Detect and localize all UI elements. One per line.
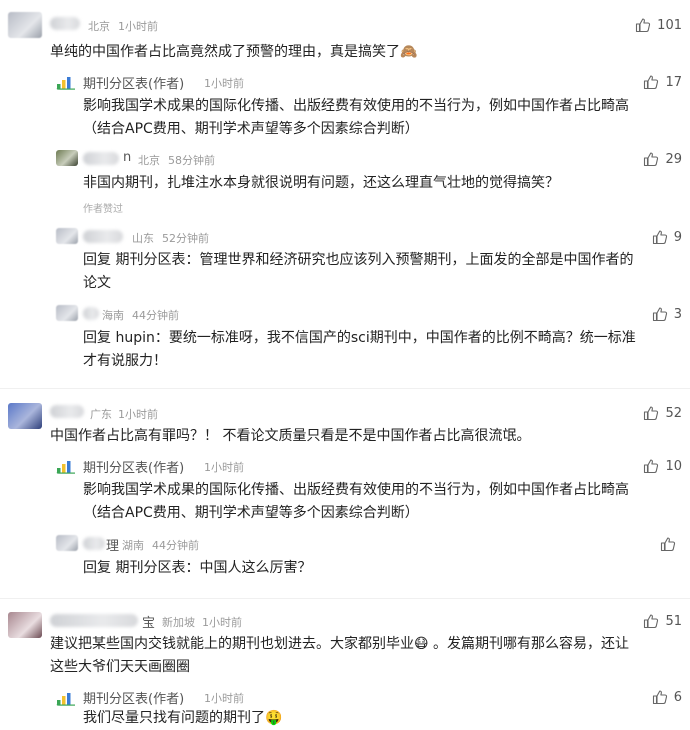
reply-text-line: 影响我国学术成果的国际化传播、出版经费有效使用的不当行为，例如中国作者占比畸高 bbox=[83, 98, 629, 114]
reply-text-line: 影响我国学术成果的国际化传播、出版经费有效使用的不当行为，例如中国作者占比畸高 bbox=[83, 482, 629, 498]
comment-location: 广东 bbox=[90, 408, 112, 421]
journal-logo[interactable] bbox=[56, 74, 78, 90]
reply-text-line: 论文 bbox=[83, 275, 111, 291]
like-button[interactable] bbox=[660, 536, 682, 552]
reply-author-fragment[interactable]: 理 bbox=[106, 535, 119, 554]
thumbs-up-icon bbox=[644, 614, 659, 629]
reply-text-line: 才有说服力！ bbox=[83, 353, 167, 369]
reply-location: 湖南 bbox=[122, 539, 144, 552]
reply-text-line: 非国内期刊，扎堆注水本身就很说明有问题，还这么理直气壮地的觉得搞笑？ bbox=[83, 175, 559, 191]
reply-text-line: 回复 期刊分区表：中国人这么厉害？ bbox=[83, 560, 312, 576]
reply-author[interactable]: 期刊分区表(作者) bbox=[83, 73, 184, 92]
reply-text-line: （结合APC费用、期刊学术声望等多个因素综合判断） bbox=[83, 121, 419, 137]
reply-time: 1小时前 bbox=[204, 692, 244, 705]
divider bbox=[0, 388, 690, 389]
like-count: 3 bbox=[673, 306, 682, 322]
like-count: 6 bbox=[673, 689, 682, 705]
reply-text-line: 回复 期刊分区表：管理世界和经济研究也应该列入预警期刊，上面发的全部是中国作者的 bbox=[83, 252, 634, 268]
reply-time: 1小时前 bbox=[204, 461, 244, 474]
reply-author[interactable]: 期刊分区表(作者) bbox=[83, 457, 184, 476]
reply-text-line: （结合APC费用、期刊学术声望等多个因素综合判断） bbox=[83, 505, 419, 521]
like-button[interactable]: 9 bbox=[652, 229, 682, 245]
thumbs-up-icon bbox=[652, 690, 667, 705]
thumbs-up-icon bbox=[644, 406, 659, 421]
like-button[interactable]: 10 bbox=[643, 458, 682, 474]
like-count: 101 bbox=[657, 17, 682, 33]
comment-text-line: 建议把某些国内交钱就能上的期刊也划进去。大家都别毕业😷 。发篇期刊哪有那么容易，… bbox=[50, 636, 630, 652]
like-button[interactable]: 51 bbox=[643, 613, 682, 629]
reply-time: 44分钟前 bbox=[132, 309, 179, 322]
comment-time: 1小时前 bbox=[118, 20, 158, 33]
divider bbox=[0, 598, 690, 599]
reply-time: 52分钟前 bbox=[162, 232, 209, 245]
thumbs-up-icon bbox=[660, 537, 676, 552]
like-button[interactable]: 6 bbox=[652, 689, 682, 705]
thumbs-up-icon bbox=[652, 230, 667, 245]
like-count: 9 bbox=[673, 229, 682, 245]
reply-author-fragment[interactable]: n bbox=[123, 150, 131, 165]
username-blurred[interactable] bbox=[83, 152, 119, 165]
thumbs-up-icon bbox=[644, 459, 659, 474]
reply-time: 44分钟前 bbox=[152, 539, 199, 552]
avatar[interactable] bbox=[56, 228, 78, 244]
username-blurred[interactable] bbox=[83, 230, 123, 243]
thumbs-up-icon bbox=[644, 75, 659, 90]
journal-logo[interactable] bbox=[56, 690, 78, 706]
reply-text-line: 回复 hupin：要统一标准呀，我不信国产的sci期刊中，中国作者的比例不畸高？… bbox=[83, 330, 636, 346]
comment-text: 中国作者占比高有罪吗？！ 不看论文质量只看是不是中国作者占比高很流氓。 bbox=[50, 428, 531, 444]
avatar[interactable] bbox=[56, 305, 78, 321]
avatar[interactable] bbox=[8, 403, 42, 429]
username-blurred[interactable] bbox=[83, 537, 105, 550]
reply-location: 山东 bbox=[132, 232, 154, 245]
thumbs-up-icon bbox=[636, 18, 651, 33]
comment-text-line: 这些大爷们天天画圈圈 bbox=[50, 659, 190, 675]
comment-time: 1小时前 bbox=[202, 616, 242, 629]
like-button[interactable]: 52 bbox=[643, 405, 682, 421]
reply-time: 1小时前 bbox=[204, 77, 244, 90]
author-liked-tag: 作者赞过 bbox=[83, 204, 123, 215]
comment-location: 新加坡 bbox=[162, 616, 195, 629]
thumbs-up-icon bbox=[644, 152, 659, 167]
reply-location: 北京 bbox=[138, 154, 160, 167]
comment-location: 北京 bbox=[88, 20, 110, 33]
like-count: 17 bbox=[665, 74, 682, 90]
avatar[interactable] bbox=[8, 12, 42, 38]
like-count: 52 bbox=[665, 405, 682, 421]
comment-author-fragment[interactable]: 宝 bbox=[142, 612, 155, 631]
journal-logo[interactable] bbox=[56, 458, 78, 474]
avatar[interactable] bbox=[56, 150, 78, 166]
bar-chart-logo-icon bbox=[56, 693, 75, 706]
like-button[interactable]: 3 bbox=[652, 306, 682, 322]
reply-author[interactable]: 期刊分区表(作者) bbox=[83, 688, 184, 707]
like-button[interactable]: 101 bbox=[635, 17, 682, 33]
reply-location: 海南 bbox=[102, 309, 124, 322]
username-blurred[interactable] bbox=[50, 17, 80, 30]
avatar[interactable] bbox=[56, 535, 78, 551]
username-blurred[interactable] bbox=[50, 614, 138, 627]
username-blurred[interactable] bbox=[83, 307, 99, 320]
like-button[interactable]: 29 bbox=[643, 151, 682, 167]
reply-time: 58分钟前 bbox=[168, 154, 215, 167]
avatar[interactable] bbox=[8, 612, 42, 638]
username-blurred[interactable] bbox=[50, 405, 84, 418]
comment-time: 1小时前 bbox=[118, 408, 158, 421]
thumbs-up-icon bbox=[652, 307, 667, 322]
reply-text-line: 我们尽量只找有问题的期刊了🤑 bbox=[83, 710, 283, 726]
like-button[interactable]: 17 bbox=[643, 74, 682, 90]
like-count: 29 bbox=[665, 151, 682, 167]
bar-chart-logo-icon bbox=[56, 77, 75, 90]
comment-text: 单纯的中国作者占比高竟然成了预警的理由，真是搞笑了🙈 bbox=[50, 44, 418, 60]
like-count: 10 bbox=[665, 458, 682, 474]
like-count: 51 bbox=[665, 613, 682, 629]
bar-chart-logo-icon bbox=[56, 461, 75, 474]
